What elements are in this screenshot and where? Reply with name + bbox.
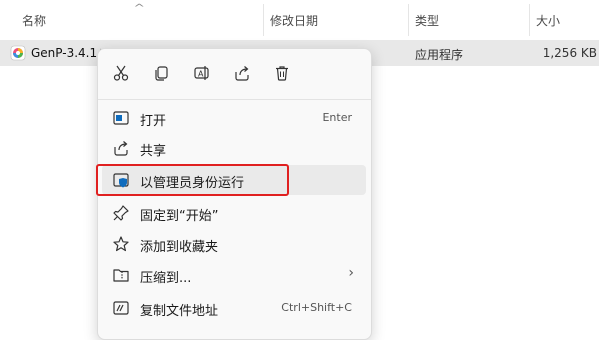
cut-icon: [112, 64, 130, 85]
zip-folder-icon: [112, 266, 130, 284]
quick-action-bar: A: [98, 49, 371, 99]
menu-item-share[interactable]: 共享: [102, 133, 366, 163]
share-icon: [112, 139, 130, 157]
open-window-icon: [112, 109, 130, 127]
column-header-bar: ^ 名称 修改日期 类型 大小: [0, 0, 599, 38]
menu-item-add-to-favorites[interactable]: 添加到收藏夹: [102, 229, 366, 259]
svg-text:A: A: [198, 69, 204, 78]
menu-item-label: 固定到“开始”: [140, 209, 219, 224]
sort-ascending-icon: ^: [133, 3, 146, 14]
rename-button[interactable]: A: [189, 61, 215, 87]
menu-divider: [98, 99, 371, 100]
column-divider[interactable]: [263, 4, 264, 36]
menu-item-compress[interactable]: 压缩到... ›: [102, 260, 366, 290]
column-header-type[interactable]: 类型: [415, 12, 439, 29]
pin-icon: [112, 204, 130, 222]
rename-icon: A: [193, 64, 211, 85]
menu-item-shortcut: Enter: [322, 111, 352, 124]
menu-item-copy-path[interactable]: 复制文件地址 Ctrl+Shift+C: [102, 293, 366, 323]
app-icon: [10, 45, 26, 61]
star-icon: [112, 235, 130, 253]
copy-icon: [152, 64, 170, 85]
cut-button[interactable]: [108, 61, 134, 87]
column-divider[interactable]: [529, 4, 530, 36]
menu-item-label: 共享: [140, 144, 167, 159]
share-icon: [233, 64, 251, 85]
delete-button[interactable]: [269, 61, 295, 87]
column-header-size[interactable]: 大小: [536, 12, 560, 29]
menu-item-label: 压缩到...: [140, 271, 192, 286]
menu-item-label: 复制文件地址: [140, 304, 219, 319]
copy-path-icon: [112, 299, 130, 317]
file-size: 1,256 KB: [542, 46, 597, 60]
column-divider[interactable]: [408, 4, 409, 36]
column-header-date[interactable]: 修改日期: [270, 12, 318, 29]
menu-item-pin-to-start[interactable]: 固定到“开始”: [102, 198, 366, 228]
highlight-annotation-box: [96, 164, 289, 196]
menu-item-label: 添加到收藏夹: [140, 240, 219, 255]
file-name: GenP-3.4.14: [31, 46, 101, 60]
share-button[interactable]: [229, 61, 255, 87]
chevron-right-icon: ›: [348, 265, 354, 281]
delete-icon: [273, 64, 291, 85]
menu-item-shortcut: Ctrl+Shift+C: [281, 301, 352, 314]
file-type: 应用程序: [415, 48, 464, 62]
column-header-name[interactable]: 名称: [22, 12, 46, 29]
copy-button[interactable]: [148, 61, 174, 87]
menu-item-open[interactable]: 打开 Enter: [102, 103, 366, 133]
menu-item-label: 打开: [140, 114, 167, 129]
